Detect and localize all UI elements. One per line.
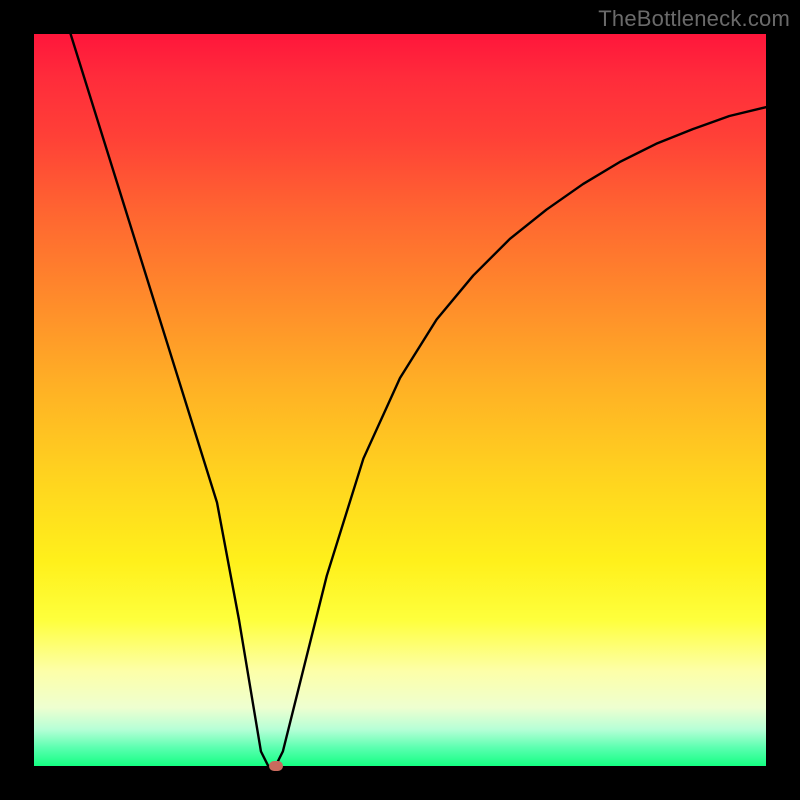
- watermark-text: TheBottleneck.com: [598, 6, 790, 32]
- plot-area: [34, 34, 766, 766]
- bottleneck-curve: [34, 34, 766, 766]
- minimum-marker: [269, 761, 283, 771]
- chart-frame: TheBottleneck.com: [0, 0, 800, 800]
